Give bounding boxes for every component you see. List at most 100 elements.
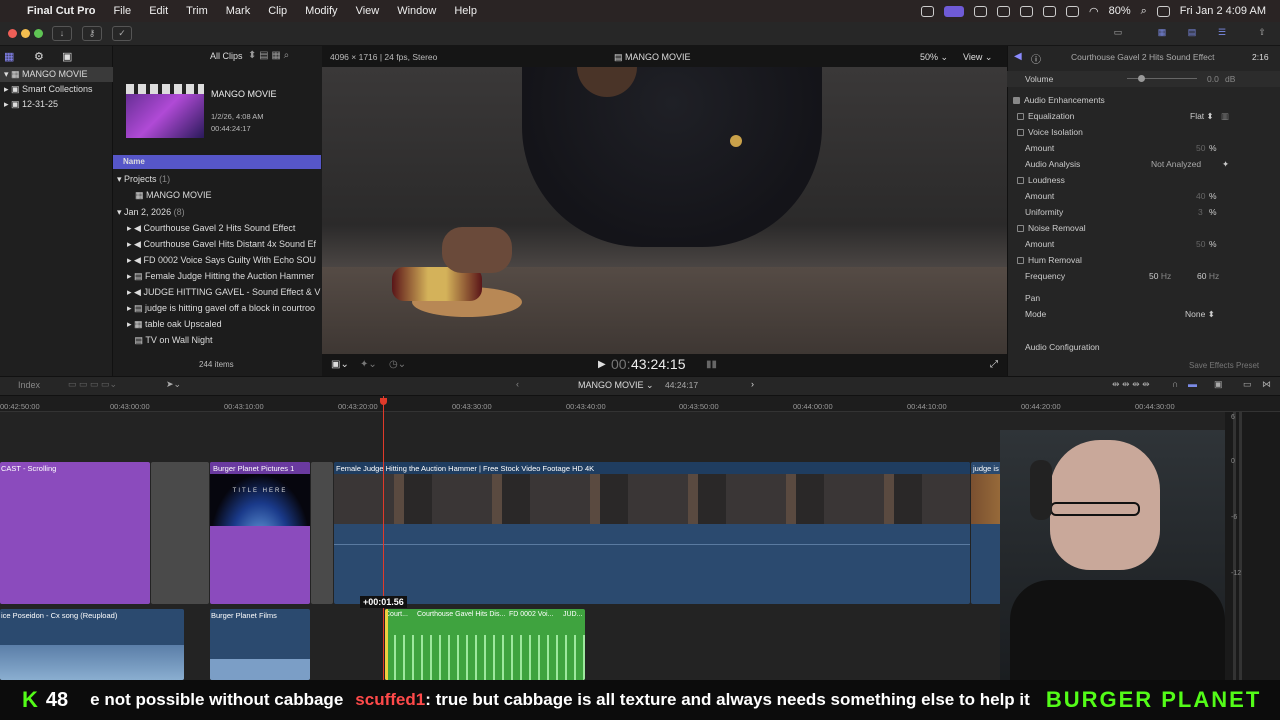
edit-buttons-icon[interactable]: ▭ ▭ ▭ ▭⌄ xyxy=(68,379,117,390)
photos-icon[interactable]: ⚙ xyxy=(34,50,44,63)
event-12-31-25[interactable]: ▸ ▣ 12-31-25 xyxy=(0,97,113,112)
battery-label[interactable]: 80% xyxy=(1109,5,1131,17)
uniformity-value[interactable]: 3 xyxy=(1198,204,1203,220)
volume-slider-knob[interactable] xyxy=(1138,75,1145,82)
playhead-handle[interactable] xyxy=(380,398,387,405)
smart-collections[interactable]: ▸ ▣ Smart Collections xyxy=(0,82,113,97)
libraries-icon[interactable]: ▦ xyxy=(4,50,14,63)
info-icon[interactable]: ⓘ xyxy=(1031,51,1041,66)
library-mango-movie[interactable]: ▾ ▦ MANGO MOVIE xyxy=(0,67,113,82)
forward-arrow-icon[interactable]: › xyxy=(751,379,754,389)
browser-toggle-icon[interactable]: ▦ xyxy=(1152,26,1172,41)
checkbox[interactable] xyxy=(1017,257,1024,265)
titles-icon[interactable]: ▣ xyxy=(62,50,72,63)
audio-inspector-icon[interactable]: ◀ xyxy=(1014,51,1022,62)
checkbox[interactable] xyxy=(1017,177,1024,185)
video-clip-female-judge[interactable]: Female Judge Hitting the Auction Hammer … xyxy=(334,462,970,604)
share-icon[interactable]: ⇧ xyxy=(1252,26,1272,41)
amount-value[interactable]: 50 xyxy=(1196,140,1205,156)
trim-handle[interactable] xyxy=(385,609,388,680)
keyword-icon[interactable]: ⚷ xyxy=(82,26,102,41)
checkbox[interactable] xyxy=(1013,97,1020,105)
list-item[interactable]: ▸ ◀ Courthouse Gavel Hits Distant 4x Sou… xyxy=(127,236,321,252)
inspector-toggle-icon[interactable]: ☰ xyxy=(1212,26,1232,41)
index-button[interactable]: Index xyxy=(18,380,40,390)
enhance-icon[interactable]: ✦⌄ xyxy=(360,359,377,370)
select-tool-icon[interactable]: ➤⌄ xyxy=(166,379,181,390)
playhead[interactable] xyxy=(383,396,384,680)
menu-trim[interactable]: Trim xyxy=(177,5,217,17)
list-item[interactable]: ▸ ▦ table oak Upscaled xyxy=(127,316,321,332)
gap-clip[interactable] xyxy=(151,462,209,604)
pan-mode-dropdown[interactable]: None ⬍ xyxy=(1185,306,1215,322)
effects-browser-icon[interactable]: ▣ xyxy=(1214,379,1223,390)
save-effects-preset-button[interactable]: Save Effects Preset xyxy=(1189,361,1259,370)
play-button[interactable]: ▶ xyxy=(598,359,606,370)
screen-record-icon[interactable] xyxy=(943,5,964,17)
list-item[interactable]: ▸ ◀ Courthouse Gavel 2 Hits Sound Effect xyxy=(127,220,321,236)
projects-group[interactable]: ▾ Projects (1) xyxy=(117,171,326,187)
audio-meters-icon[interactable]: ⋈ xyxy=(1262,379,1271,390)
zoom-dropdown[interactable]: 50% ⌄ xyxy=(920,52,948,63)
analyze-icon[interactable]: ✦ xyxy=(1222,156,1229,172)
status-icon[interactable] xyxy=(920,5,934,17)
background-tasks-icon[interactable]: ✓ xyxy=(112,26,132,41)
menu-help[interactable]: Help xyxy=(445,5,486,17)
status-icon[interactable] xyxy=(973,5,987,17)
audio-configuration-header[interactable]: Audio Configuration xyxy=(1007,339,1280,355)
timeline-ruler[interactable] xyxy=(0,396,1280,412)
list-item[interactable]: ▤ TV on Wall Night xyxy=(127,332,321,348)
checkbox[interactable] xyxy=(1017,129,1024,137)
layout-icon[interactable]: ▭ xyxy=(1108,26,1128,41)
zoom-button[interactable] xyxy=(34,29,43,38)
play-icon[interactable] xyxy=(1019,5,1033,17)
menu-file[interactable]: File xyxy=(104,5,140,17)
timecode-display[interactable]: 43:24:15 xyxy=(631,356,686,372)
checkbox[interactable] xyxy=(1017,225,1024,233)
speed-icon[interactable]: ◷⌄ xyxy=(389,359,406,370)
audio-clips-gavel-group[interactable]: Court... Courthouse Gavel Hits Dis... FD… xyxy=(385,609,585,680)
transform-icon[interactable]: ▣⌄ xyxy=(331,359,349,370)
audio-clip-burger-planet-films[interactable]: Burger Planet Films xyxy=(210,609,310,680)
menu-window[interactable]: Window xyxy=(388,5,445,17)
timeline-toggle-icon[interactable]: ▤ xyxy=(1182,26,1202,41)
filter-dropdown[interactable]: All Clips xyxy=(210,51,243,61)
checkbox[interactable] xyxy=(1017,113,1024,121)
view-options-icon[interactable]: ⬍ ▤ ▦ ⌕ xyxy=(248,50,289,61)
eq-dropdown[interactable]: Flat ⬍ xyxy=(1190,108,1214,124)
control-center-icon[interactable] xyxy=(1156,5,1170,17)
list-item[interactable]: ▸ ◀ JUDGE HITTING GAVEL - Sound Effect &… xyxy=(127,284,321,300)
menu-view[interactable]: View xyxy=(347,5,389,17)
wifi-icon[interactable]: ◠ xyxy=(1089,5,1099,18)
close-button[interactable] xyxy=(8,29,17,38)
app-menu[interactable]: Final Cut Pro xyxy=(18,5,104,17)
menu-mark[interactable]: Mark xyxy=(217,5,259,17)
event-thumbnail[interactable] xyxy=(126,84,204,138)
amount-value[interactable]: 50 xyxy=(1196,236,1205,252)
freq-60-option[interactable]: 60 Hz xyxy=(1197,268,1219,284)
minimize-button[interactable] xyxy=(21,29,30,38)
fullscreen-icon[interactable]: ⤢ xyxy=(990,359,998,370)
status-icon[interactable] xyxy=(996,5,1010,17)
list-item[interactable]: ▸ ▤ Female Judge Hitting the Auction Ham… xyxy=(127,268,321,284)
freq-50-option[interactable]: 50 Hz xyxy=(1149,268,1171,284)
menu-modify[interactable]: Modify xyxy=(296,5,346,17)
search-icon[interactable]: ⌕ xyxy=(1141,5,1147,18)
view-dropdown[interactable]: View ⌄ xyxy=(963,52,992,63)
gap-clip[interactable] xyxy=(311,462,333,604)
eq-graph-icon[interactable]: ▥ xyxy=(1221,108,1229,124)
headphones-icon[interactable]: ∩ xyxy=(1172,379,1178,389)
list-item[interactable]: ▸ ▤ judge is hitting gavel off a block i… xyxy=(127,300,321,316)
title-clip-burger-planet[interactable]: Burger Planet Pictures 1 TITLE HERE xyxy=(210,462,310,604)
transitions-icon[interactable]: ▭ xyxy=(1243,379,1252,390)
import-icon[interactable]: ↓ xyxy=(52,26,72,41)
bluetooth-icon[interactable] xyxy=(1065,5,1079,17)
menu-clip[interactable]: Clip xyxy=(259,5,296,17)
video-frame[interactable] xyxy=(322,67,1007,354)
project-item[interactable]: ▦ MANGO MOVIE xyxy=(135,187,344,203)
timeline-tools-icon[interactable]: ⇹ ⇹ ⇹ ⇹ xyxy=(1112,379,1150,390)
volume-value[interactable]: 0.0 xyxy=(1207,71,1219,87)
list-item[interactable]: ▸ ◀ FD 0002 Voice Says Guilty With Echo … xyxy=(127,252,321,268)
menu-edit[interactable]: Edit xyxy=(140,5,177,17)
audio-clip-poseidon[interactable]: ice Poseidon - Cx song (Reupload) xyxy=(0,609,184,680)
